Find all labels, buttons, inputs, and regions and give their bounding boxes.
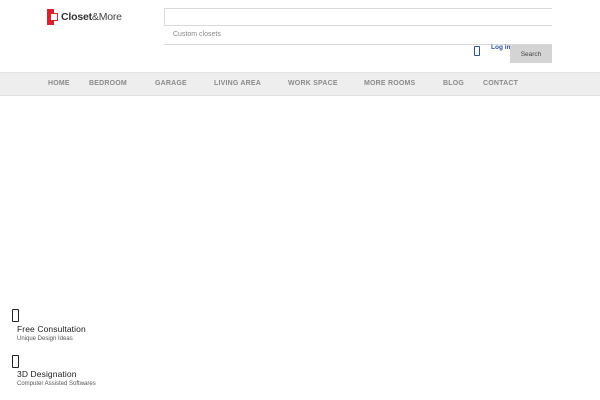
design-icon bbox=[12, 355, 19, 368]
logo-text: Closet&More bbox=[61, 11, 122, 23]
feature-title: 3D Designation bbox=[17, 369, 77, 379]
login-link[interactable]: Log in bbox=[491, 44, 511, 51]
nav-item-garage[interactable]: GARAGE bbox=[155, 73, 187, 95]
feature-subtitle: Computer Assisted Softwares bbox=[17, 381, 96, 387]
nav-item-blog[interactable]: BLOG bbox=[443, 73, 464, 95]
search-button[interactable]: Search bbox=[510, 45, 552, 63]
search-suggestion[interactable]: Custom closets bbox=[164, 28, 552, 45]
main-navigation: HOME BEDROOM GARAGE LIVING AREA WORK SPA… bbox=[0, 72, 600, 96]
nav-item-living-area[interactable]: LIVING AREA bbox=[214, 73, 261, 95]
logo-mark-icon bbox=[47, 9, 58, 25]
consultation-icon bbox=[12, 309, 19, 322]
nav-item-home[interactable]: HOME bbox=[48, 73, 70, 95]
nav-item-contact[interactable]: CONTACT bbox=[483, 73, 518, 95]
nav-item-more-rooms[interactable]: MORE ROOMS bbox=[364, 73, 415, 95]
logo[interactable]: Closet&More bbox=[47, 8, 122, 26]
nav-item-work-space[interactable]: WORK SPACE bbox=[288, 73, 338, 95]
user-icon[interactable] bbox=[474, 46, 480, 56]
feature-subtitle: Unique Design Ideas bbox=[17, 336, 73, 342]
search-input[interactable] bbox=[164, 8, 552, 26]
logo-suffix: &More bbox=[91, 11, 122, 23]
nav-item-bedroom[interactable]: BEDROOM bbox=[89, 73, 127, 95]
logo-brand: Closet bbox=[61, 11, 92, 23]
feature-title: Free Consultation bbox=[17, 324, 86, 334]
